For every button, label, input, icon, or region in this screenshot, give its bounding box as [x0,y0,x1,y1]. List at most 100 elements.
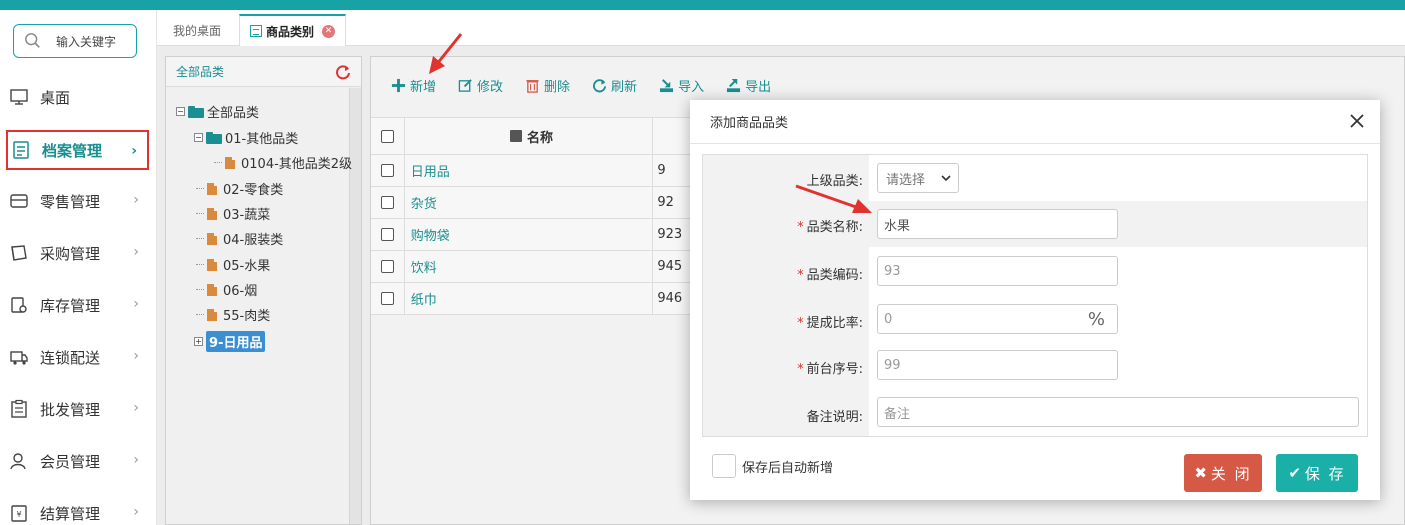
settlement-icon: ¥ [8,502,30,524]
tree-connector [196,213,204,214]
row-checkbox[interactable] [380,292,394,305]
auto-add-checkbox[interactable] [712,454,736,478]
dialog-title: 添加商品品类 [710,116,789,131]
row-code: 945 [652,251,691,282]
sidebar: 输入关键字 桌面 档案管理 › 零售管理 › 采购管理 › 库存管理 › 连锁配… [0,10,157,525]
refresh-icon[interactable] [335,64,351,80]
row-name[interactable]: 购物袋 [403,219,653,250]
chevron-right-icon: › [131,143,137,159]
commission-rate-input[interactable]: 0 % [877,304,1118,334]
collapse-icon[interactable]: − [176,107,185,116]
tree-node[interactable]: 03-蔬菜 [196,204,270,223]
tree-node-root[interactable]: − 全部品类 [176,102,259,121]
table-row[interactable]: 杂货 92 [371,187,691,219]
field-label-text: 品类名称: [806,220,863,235]
sidebar-item-inventory[interactable]: 库存管理 › [6,285,149,325]
form-row-code: * 品类编码: 93 [703,247,1367,295]
tree-connector [196,188,204,189]
category-name-input[interactable]: 水果 [877,209,1118,239]
parent-category-select[interactable]: 请选择 [877,163,959,193]
tree-connector [196,238,204,239]
sidebar-search-input[interactable]: 输入关键字 [13,24,137,58]
column-header-name: 名称 [527,130,554,146]
chevron-right-icon: › [133,348,139,364]
row-name[interactable]: 杂货 [403,187,653,218]
tree-node-label: 全部品类 [207,106,260,121]
tree-connector [214,162,222,163]
category-code-input[interactable]: 93 [877,256,1118,286]
sidebar-item-purchase[interactable]: 采购管理 › [6,233,149,273]
collapse-icon[interactable]: − [194,133,203,142]
sidebar-item-label: 连锁配送 [40,348,101,367]
remark-input[interactable]: 备注 [877,397,1359,427]
table-row[interactable]: 购物袋 923 [371,219,691,251]
input-value: 93 [884,263,901,279]
row-checkbox[interactable] [380,164,394,177]
tree-node-label: 01-其他品类 [225,132,299,147]
sidebar-item-label: 批发管理 [40,400,101,419]
save-button[interactable]: ✔ 保 存 [1276,454,1358,492]
tree-header-title: 全部品类 [176,65,225,79]
close-button[interactable]: ✖ 关 闭 [1184,454,1262,492]
close-icon[interactable] [1348,112,1366,130]
file-icon [207,283,217,296]
row-name[interactable]: 饮料 [403,251,653,282]
add-button[interactable]: 新增 [391,76,436,95]
top-accent-bar [0,0,1405,10]
sidebar-item-wholesale[interactable]: 批发管理 › [6,389,149,429]
tree-node[interactable]: 06-烟 [196,280,257,299]
import-button[interactable]: 导入 [659,76,704,95]
refresh-button[interactable]: 刷新 [592,76,637,95]
tree-node[interactable]: 05-水果 [196,255,270,274]
row-checkbox[interactable] [380,260,394,273]
field-label: * 品类名称: [703,216,863,235]
table-row[interactable]: 纸巾 946 [371,283,691,315]
tree-node[interactable]: 55-肉类 [196,305,270,324]
sidebar-item-member[interactable]: 会员管理 › [6,441,149,481]
tree-node-label: 0104-其他品类2级 [241,157,353,172]
tab-label: 商品类别 [266,24,315,39]
import-icon [659,78,674,93]
tree-node[interactable]: 0104-其他品类2级 [214,153,352,172]
tree-node[interactable]: − 01-其他品类 [194,128,298,147]
table-row[interactable]: 饮料 945 [371,251,691,283]
tree-node[interactable]: 04-服装类 [196,229,283,248]
sidebar-item-retail[interactable]: 零售管理 › [6,181,149,221]
row-checkbox[interactable] [380,196,394,209]
tab-product-category[interactable]: 商品类别 ✕ [239,14,347,47]
sidebar-item-chain-delivery[interactable]: 连锁配送 › [6,337,149,377]
edit-button[interactable]: 修改 [458,76,503,95]
annotation-arrow-icon [429,33,463,74]
svg-text:¥: ¥ [16,510,21,519]
front-sequence-input[interactable]: 99 [877,350,1118,380]
row-code: 92 [652,187,691,218]
export-button[interactable]: 导出 [726,76,771,95]
tree-node[interactable]: 02-零食类 [196,179,283,198]
save-button-label: 保 存 [1304,464,1346,483]
field-label: * 前台序号: [703,358,863,377]
form-row-rate: * 提成比率: 0 % [703,295,1367,343]
store-icon [8,190,30,212]
table-row[interactable]: 日用品 9 [371,155,691,187]
annotation-arrow-icon [795,184,872,213]
select-all-checkbox[interactable] [380,129,394,143]
field-label: 备注说明: [806,410,863,425]
tab-close-icon[interactable]: ✕ [322,24,336,38]
delete-button[interactable]: 删除 [525,76,570,95]
row-name[interactable]: 日用品 [403,155,653,186]
tree-node-selected[interactable]: + 9-日用品 [194,331,266,352]
sidebar-item-archive[interactable]: 档案管理 › [6,130,149,170]
sidebar-item-desktop[interactable]: 桌面 [6,77,149,117]
row-name[interactable]: 纸巾 [403,283,653,314]
field-label-text: 提成比率: [806,316,863,331]
expand-icon[interactable]: + [194,337,203,346]
auto-add-toggle[interactable]: 保存后自动新增 [712,454,833,478]
sidebar-item-settlement[interactable]: ¥ 结算管理 › [6,493,149,525]
export-button-label: 导出 [745,79,772,95]
sidebar-item-label: 结算管理 [40,504,101,523]
tab-my-desktop[interactable]: 我的桌面 [163,14,231,46]
category-tree-panel: 全部品类 [165,56,362,525]
row-checkbox[interactable] [380,228,394,241]
file-icon [207,308,217,321]
auto-add-label: 保存后自动新增 [742,460,834,476]
